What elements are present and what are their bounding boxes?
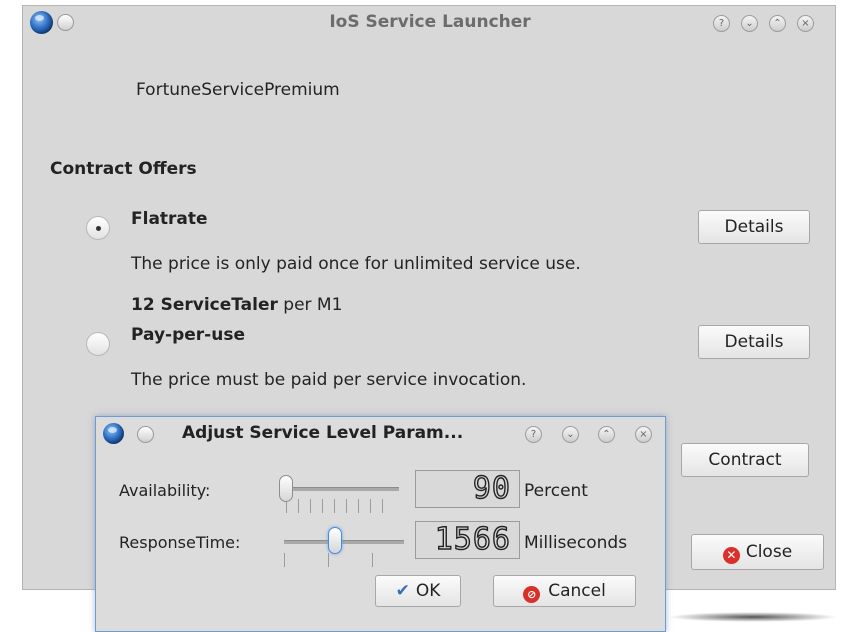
slider-handle[interactable] [328,527,342,554]
dialog-title: Adjust Service Level Param... [182,423,464,443]
maximize-icon[interactable]: ⌃ [598,426,615,443]
adjust-parameters-dialog: Adjust Service Level Param... ? ⌄ ⌃ × Av… [95,416,666,632]
response-time-label: ResponseTime: [119,533,241,552]
slider-tick [284,553,285,567]
cancel-button[interactable]: ⊘ Cancel [493,575,636,607]
slider-tick [298,499,299,513]
response-time-lcd-display: 1566 [415,521,520,559]
slider-tick [310,499,311,513]
offer-price-flatrate: 12 ServiceTaler per M1 [131,295,342,315]
flatrate-details-button[interactable]: Details [698,210,810,244]
contract-button-label: Contract [708,450,782,470]
maximize-icon[interactable]: ⌃ [769,15,786,32]
availability-slider[interactable] [279,473,399,517]
price-unit: per M1 [277,295,343,315]
offer-description-pay-per-use: The price must be paid per service invoc… [131,370,527,390]
response-time-unit: Milliseconds [524,533,628,553]
response-time-slider[interactable] [284,523,404,569]
pin-icon[interactable] [137,426,154,443]
radio-selected-dot [96,226,101,231]
checkmark-icon: ✔ [395,581,410,601]
details-button-label: Details [724,332,784,352]
help-icon[interactable]: ? [525,426,542,443]
slider-track [284,540,404,544]
offer-name-pay-per-use: Pay-per-use [131,325,245,345]
window-shadow [668,612,838,622]
close-icon[interactable]: × [635,426,652,443]
availability-value: 90 [472,470,511,506]
slider-tick [328,553,329,567]
close-icon[interactable]: × [797,15,814,32]
flatrate-radio[interactable] [86,216,110,240]
close-circle-icon: ✕ [722,547,740,564]
cancel-icon: ⊘ [523,586,541,603]
slider-tick [372,553,373,567]
service-name: FortuneServicePremium [136,80,340,100]
ok-button-label: OK [415,581,441,601]
response-time-value: 1566 [434,521,511,557]
close-button[interactable]: ✕ Close [691,534,824,570]
minimize-icon[interactable]: ⌄ [741,15,758,32]
slider-tick [322,499,323,513]
slider-tick [334,499,335,513]
slider-track [279,487,399,491]
details-button-label: Details [724,217,784,237]
help-icon[interactable]: ? [713,15,730,32]
availability-unit: Percent [524,481,588,501]
offer-name-flatrate: Flatrate [131,209,208,229]
pay-per-use-radio[interactable] [86,332,110,356]
slider-tick [370,499,371,513]
close-button-label: Close [745,542,793,562]
offer-description-flatrate: The price is only paid once for unlimite… [131,254,581,274]
cancel-button-label: Cancel [548,581,606,601]
slider-handle[interactable] [279,475,293,502]
section-heading: Contract Offers [50,159,197,179]
minimize-icon[interactable]: ⌄ [562,426,579,443]
slider-tick [346,499,347,513]
ok-button[interactable]: ✔ OK [375,575,461,607]
availability-label: Availability: [119,481,211,500]
price-value: 12 ServiceTaler [131,295,278,315]
pay-per-use-details-button[interactable]: Details [698,325,810,359]
slider-tick [382,499,383,513]
availability-lcd-display: 90 [415,470,520,508]
slider-tick [358,499,359,513]
app-globe-icon[interactable] [103,423,124,444]
contract-button[interactable]: Contract [681,443,809,477]
